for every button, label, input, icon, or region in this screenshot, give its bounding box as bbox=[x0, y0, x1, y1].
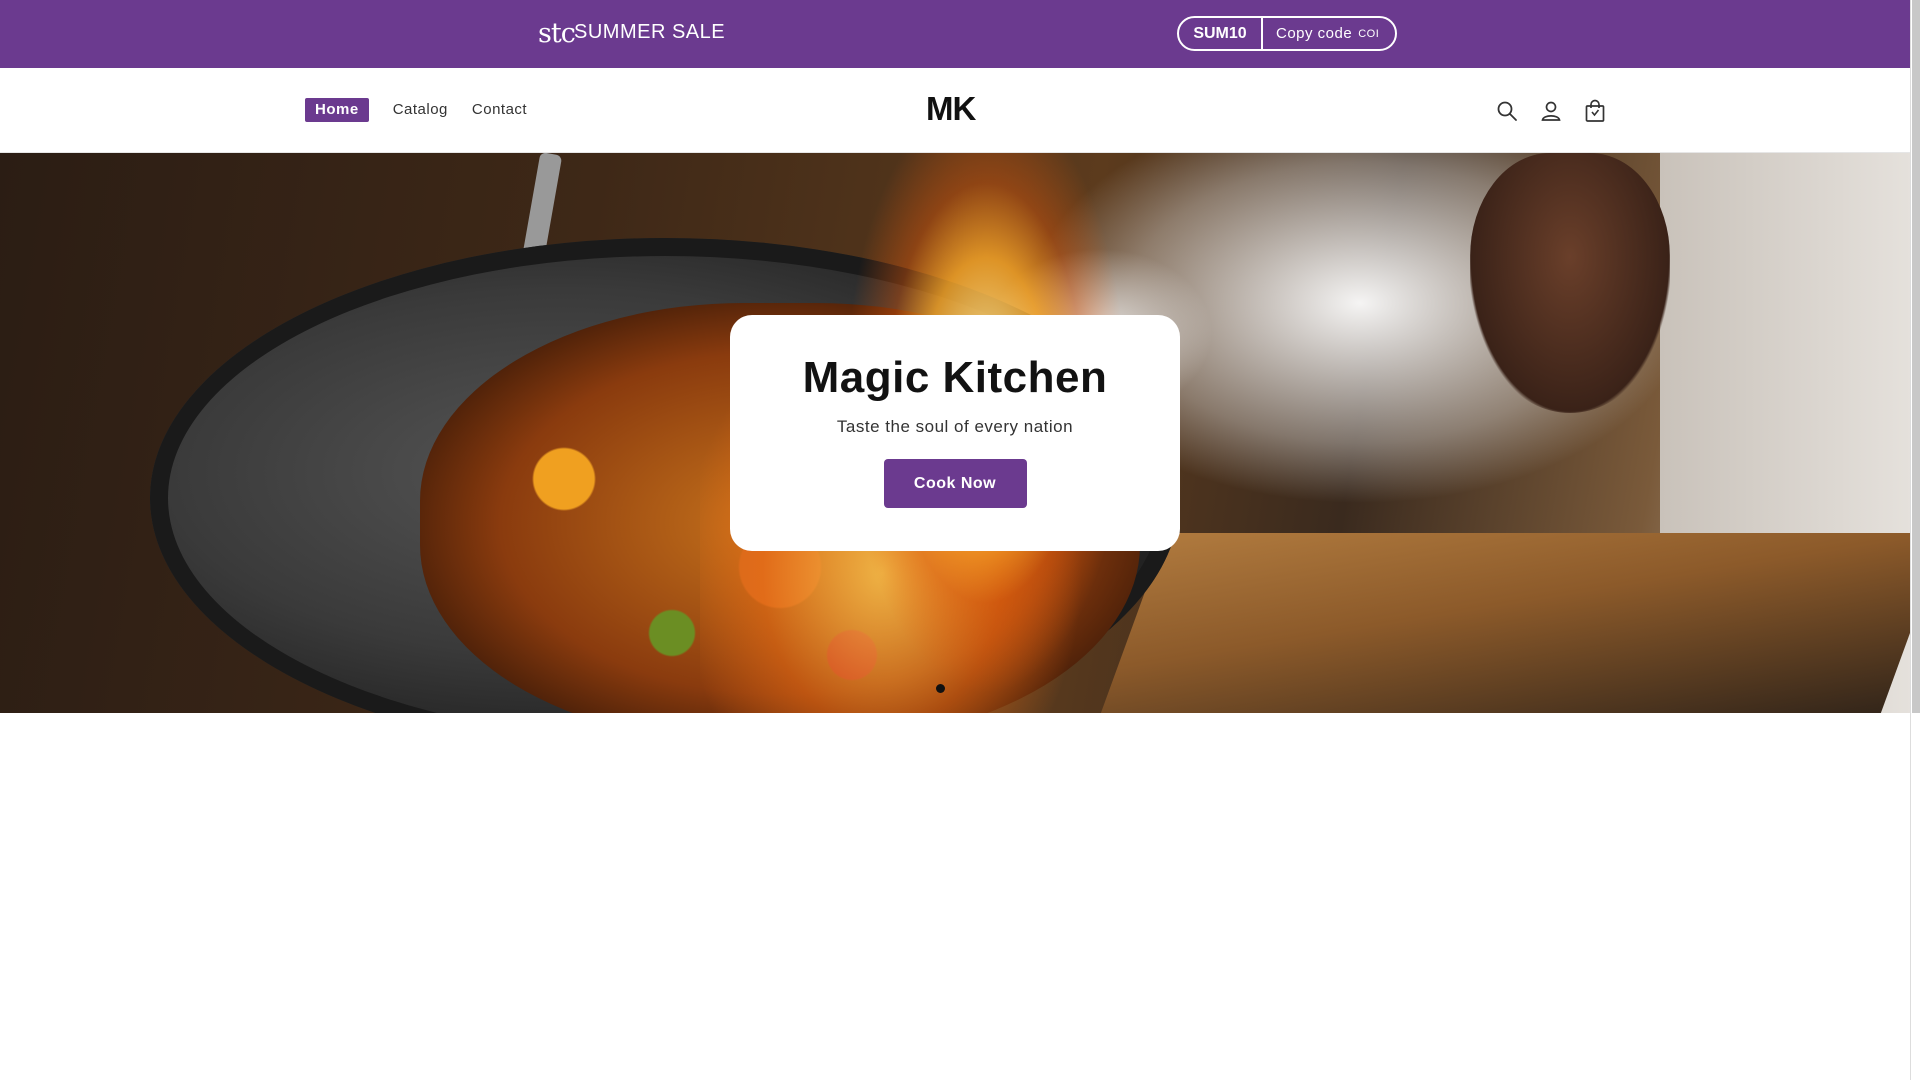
nav-contact[interactable]: Contact bbox=[472, 98, 527, 122]
account-icon[interactable] bbox=[1536, 96, 1566, 126]
search-icon[interactable] bbox=[1492, 96, 1522, 126]
hero-subtitle: Taste the soul of every nation bbox=[836, 417, 1074, 436]
copy-code-label: Copy code bbox=[1276, 25, 1353, 42]
hero-title: Magic Kitchen bbox=[802, 353, 1108, 402]
cart-icon[interactable] bbox=[1580, 96, 1610, 126]
hero-chef-hand bbox=[1470, 153, 1670, 413]
brand-logo[interactable]: MK bbox=[926, 90, 976, 128]
copy-code-button[interactable]: Copy code COI bbox=[1263, 18, 1395, 49]
coupon-code: SUM10 bbox=[1179, 18, 1263, 49]
page-scrollbar[interactable] bbox=[1910, 0, 1920, 1080]
header-icons bbox=[1492, 96, 1624, 126]
nav-home[interactable]: Home bbox=[305, 98, 369, 122]
slide-dot[interactable] bbox=[936, 684, 945, 693]
nav-catalog[interactable]: Catalog bbox=[393, 98, 448, 122]
site-header: Home Catalog Contact MK bbox=[0, 68, 1910, 153]
main-nav: Home Catalog Contact bbox=[305, 98, 551, 122]
stc-logo: stc bbox=[538, 18, 576, 49]
scrollbar-thumb[interactable] bbox=[1912, 0, 1920, 713]
coupon-pill: SUM10 Copy code COI bbox=[1177, 16, 1397, 51]
cook-now-button[interactable]: Cook Now bbox=[883, 459, 1027, 508]
copy-code-overflow: COI bbox=[1358, 27, 1380, 40]
sale-text: SUMMER SALE bbox=[574, 21, 726, 43]
hero-card: Magic Kitchen Taste the soul of every na… bbox=[730, 315, 1180, 551]
announcement-bar: stc SUMMER SALE SUM10 Copy code COI bbox=[0, 0, 1910, 68]
